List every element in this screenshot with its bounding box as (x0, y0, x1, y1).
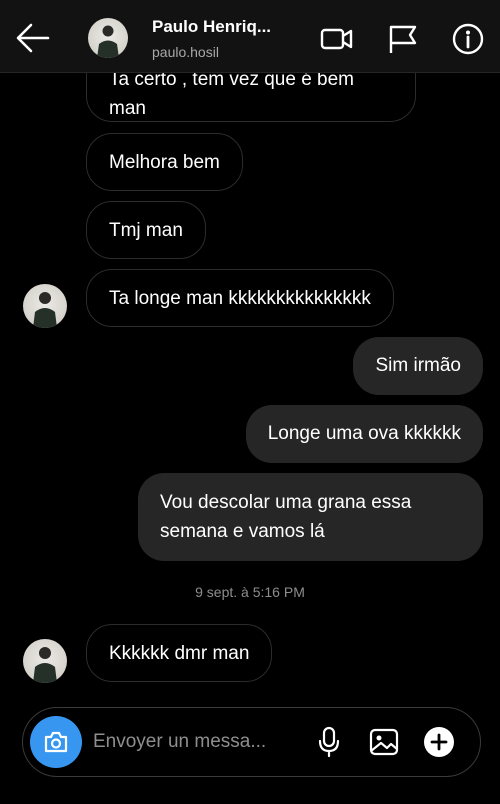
message-text: Ta certo , tem vez que é bem man (109, 69, 355, 119)
message-bubble-outgoing: Sim irmão (353, 337, 483, 395)
info-icon (452, 23, 484, 55)
more-options-button[interactable] (423, 726, 455, 758)
message-text: Kkkkkk dmr man (109, 643, 250, 664)
message-input[interactable] (93, 725, 301, 759)
message-text: Longe uma ova kkkkkk (267, 423, 461, 444)
message-bubble-outgoing: Vou descolar uma grana essa semana e vam… (138, 473, 483, 561)
message-text: Sim irmão (375, 355, 461, 376)
contact-username[interactable]: paulo.hosil (152, 44, 219, 60)
chat-header: Paulo Henriq... paulo.hosil (0, 0, 500, 73)
person-avatar-icon (97, 25, 119, 58)
message-bubble-incoming: Ta longe man kkkkkkkkkkkkkkk (86, 269, 394, 327)
message-thread: Ta certo , tem vez que é bem man Melhora… (0, 0, 500, 804)
flag-icon (389, 25, 417, 53)
report-button[interactable] (386, 22, 420, 56)
video-camera-icon (320, 28, 353, 50)
sender-avatar[interactable] (23, 284, 67, 328)
message-bubble-incoming: Tmj man (86, 201, 206, 259)
arrow-left-icon (16, 23, 50, 53)
message-timestamp: 9 sept. à 5:16 PM (195, 584, 305, 600)
person-avatar-icon (33, 292, 57, 328)
gallery-button[interactable] (368, 726, 400, 758)
message-bubble-incoming: Melhora bem (86, 133, 243, 191)
voice-message-button[interactable] (313, 726, 345, 758)
person-avatar-icon (33, 647, 57, 683)
image-icon (369, 728, 399, 756)
message-text: Tmj man (109, 220, 183, 241)
message-text: Vou descolar uma grana essa semana e vam… (160, 492, 412, 542)
message-bubble-outgoing: Longe uma ova kkkkkk (245, 405, 483, 463)
info-button[interactable] (451, 22, 485, 56)
message-text: Melhora bem (109, 152, 220, 173)
contact-avatar[interactable] (88, 18, 128, 58)
sender-avatar[interactable] (23, 639, 67, 683)
camera-icon (44, 731, 68, 753)
video-call-button[interactable] (320, 22, 354, 56)
plus-circle-icon (424, 727, 454, 757)
message-bubble-incoming: Kkkkkk dmr man (86, 624, 273, 682)
message-composer (22, 707, 481, 777)
microphone-icon (318, 726, 340, 758)
camera-button[interactable] (30, 716, 82, 768)
back-button[interactable] (14, 20, 52, 56)
contact-name[interactable]: Paulo Henriq... (152, 17, 271, 37)
message-text: Ta longe man kkkkkkkkkkkkkkk (109, 288, 371, 309)
